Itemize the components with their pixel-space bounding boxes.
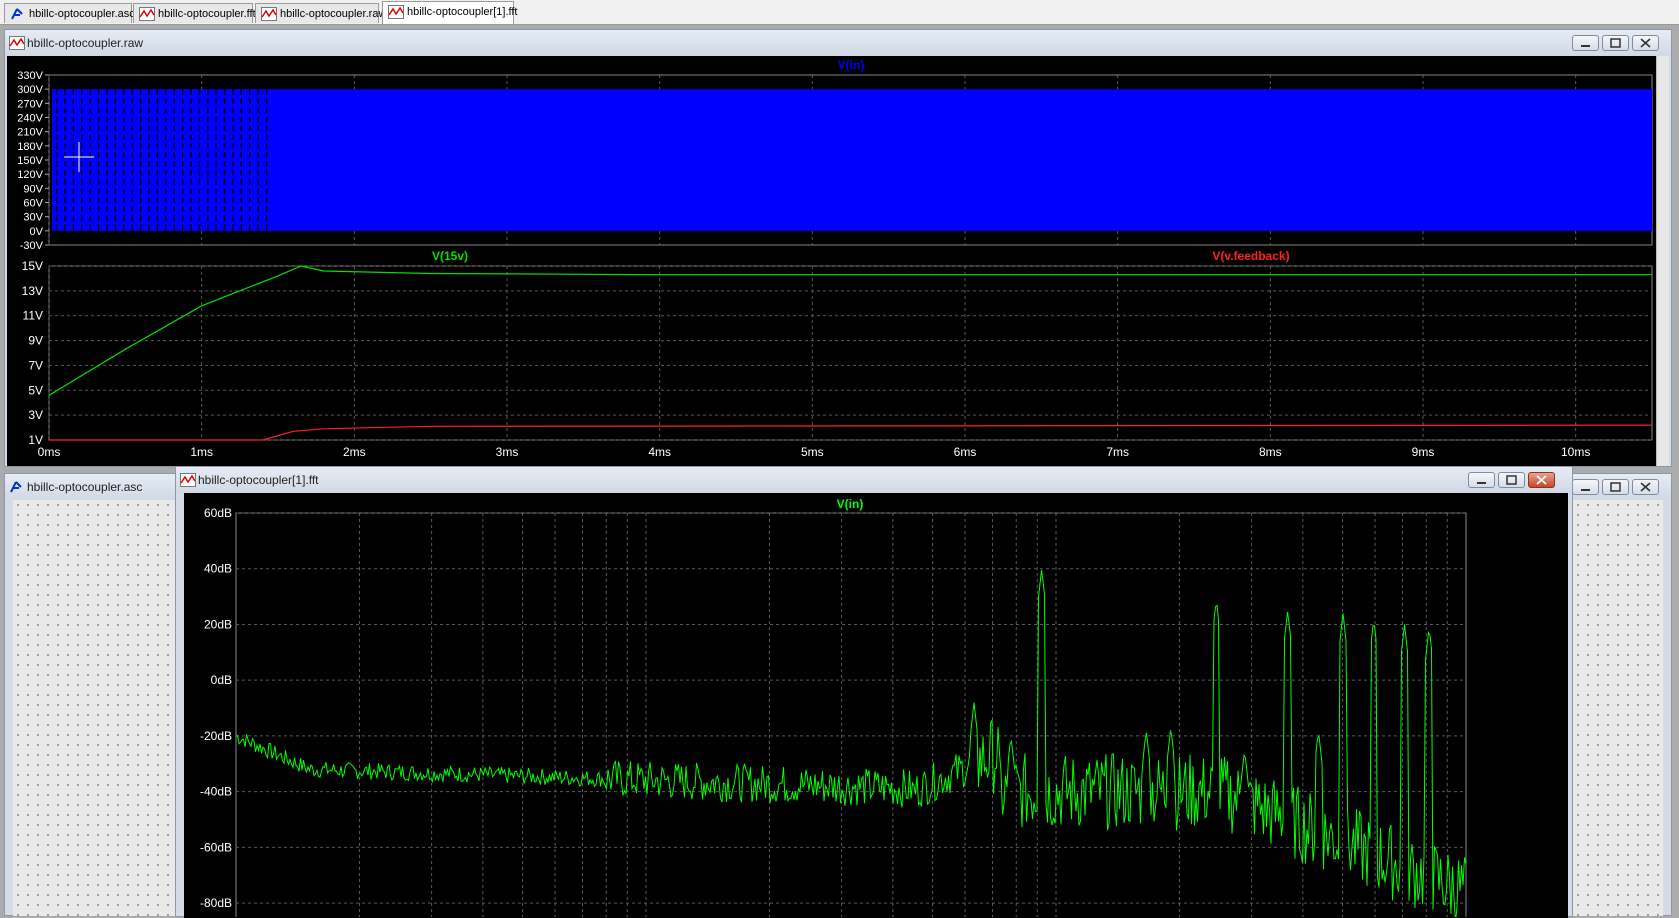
y-tick-label: -60dB (200, 840, 232, 854)
fft-frame (235, 512, 1467, 917)
y-tick-label: -20dB (200, 729, 232, 743)
y-tick-label: 0dB (211, 673, 232, 687)
fft-grid (235, 512, 1467, 917)
fft-y-ticks: 60dB 40dB 20dB 0dB -20dB -40dB -60dB -80dB (200, 506, 232, 910)
fft-vin-spectrum (235, 570, 1467, 917)
y-tick-label: 60dB (204, 506, 232, 520)
fft-trace-label: V(in) (837, 497, 864, 511)
fft-plot-svg: 60dB 40dB 20dB 0dB -20dB -40dB -60dB -80dB V(in… (200, 497, 1467, 917)
y-tick-label: 40dB (204, 562, 232, 576)
y-tick-label: -40dB (200, 785, 232, 799)
y-tick-label: -80dB (200, 896, 232, 910)
y-tick-label: 20dB (204, 617, 232, 631)
fft-spectrum-line (235, 570, 1467, 917)
